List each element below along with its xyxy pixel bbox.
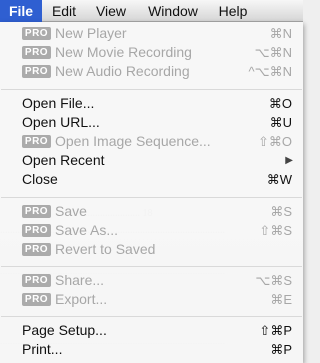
menu-item-label: Revert to Saved [55, 241, 156, 257]
menu-item-shortcut: ^⌥⌘N [248, 64, 292, 79]
menu-item-shortcut: ⇧⌘S [259, 223, 292, 238]
menu-item-shortcut: ⌘P [270, 342, 292, 357]
menu-item-label: Open Image Sequence... [55, 133, 211, 149]
menu-item-label: Print... [22, 341, 63, 357]
menu-item-new-player[interactable]: PRO New Player ⌘N [0, 24, 303, 43]
menu-item-save-as[interactable]: PRO Save As... ⇧⌘S [0, 221, 303, 240]
menu-item-label: Close [22, 171, 58, 187]
menu-item-label: Open Recent [22, 152, 105, 168]
menu-separator [1, 316, 302, 317]
menu-item-revert-to-saved[interactable]: PRO Revert to Saved [0, 240, 303, 259]
menu-view[interactable]: View [88, 0, 134, 22]
menu-item-label: New Movie Recording [55, 44, 192, 60]
menu-item-label: Save As... [55, 222, 119, 238]
pro-badge: PRO [22, 135, 51, 148]
menu-file[interactable]: File [0, 0, 42, 22]
pro-badge: PRO [22, 27, 51, 40]
menu-item-shortcut: ⇧⌘O [257, 134, 292, 149]
menu-item-label: Export... [55, 291, 108, 307]
menu-item-save[interactable]: PRO Save ⌘S [0, 202, 303, 221]
menu-item-shortcut: ⌘S [270, 204, 292, 219]
menu-item-shortcut: ⌘W [266, 172, 292, 187]
pro-badge: PRO [22, 293, 51, 306]
menu-item-print[interactable]: Print... ⌘P [0, 340, 303, 359]
menu-separator [1, 197, 302, 198]
menu-item-open-image-sequence[interactable]: PRO Open Image Sequence... ⇧⌘O [0, 132, 303, 151]
menu-item-label: New Audio Recording [55, 63, 190, 79]
menu-help[interactable]: Help [212, 0, 254, 22]
file-menu-dropdown: PRO New Player ⌘N PRO New Movie Recordin… [0, 22, 303, 363]
pro-badge: PRO [22, 65, 51, 78]
menu-item-shortcut: ⌘U [269, 115, 292, 130]
menu-window[interactable]: Window [138, 0, 208, 22]
menu-item-label: Open URL... [22, 114, 100, 130]
menu-item-label: Save [55, 203, 87, 219]
pro-badge: PRO [22, 274, 51, 287]
menu-item-open-url[interactable]: Open URL... ⌘U [0, 113, 303, 132]
menu-item-page-setup[interactable]: Page Setup... ⇧⌘P [0, 321, 303, 340]
menu-item-label: Page Setup... [22, 322, 107, 338]
menu-separator [1, 266, 302, 267]
menu-item-shortcut: ⌘N [269, 26, 292, 41]
triangle-right-icon: ▶ [285, 155, 293, 166]
pro-badge: PRO [22, 243, 51, 256]
menu-bar: File Edit View Window Help [0, 0, 303, 22]
menu-item-shortcut: ⌘E [270, 292, 292, 307]
menu-item-label: New Player [55, 25, 127, 41]
menu-item-open-recent[interactable]: Open Recent ▶ [0, 151, 303, 170]
menu-item-new-movie-recording[interactable]: PRO New Movie Recording ⌥⌘N [0, 43, 303, 62]
menu-item-export[interactable]: PRO Export... ⌘E [0, 290, 303, 309]
menu-item-shortcut: ⇧⌘P [259, 323, 292, 338]
menu-item-close[interactable]: Close ⌘W [0, 170, 303, 189]
menu-item-share[interactable]: PRO Share... ⌥⌘S [0, 271, 303, 290]
menu-separator [1, 89, 302, 90]
menu-item-shortcut: ⌥⌘N [254, 45, 292, 60]
pro-badge: PRO [22, 205, 51, 218]
menu-item-label: Share... [55, 272, 105, 288]
menu-item-new-audio-recording[interactable]: PRO New Audio Recording ^⌥⌘N [0, 62, 303, 81]
menu-edit[interactable]: Edit [44, 0, 84, 22]
menu-item-shortcut: ⌥⌘S [255, 273, 292, 288]
menu-item-label: Open File... [22, 95, 95, 111]
menu-item-shortcut: ⌘O [268, 96, 292, 111]
pro-badge: PRO [22, 46, 51, 59]
menu-item-open-file[interactable]: Open File... ⌘O [0, 94, 303, 113]
pro-badge: PRO [22, 224, 51, 237]
